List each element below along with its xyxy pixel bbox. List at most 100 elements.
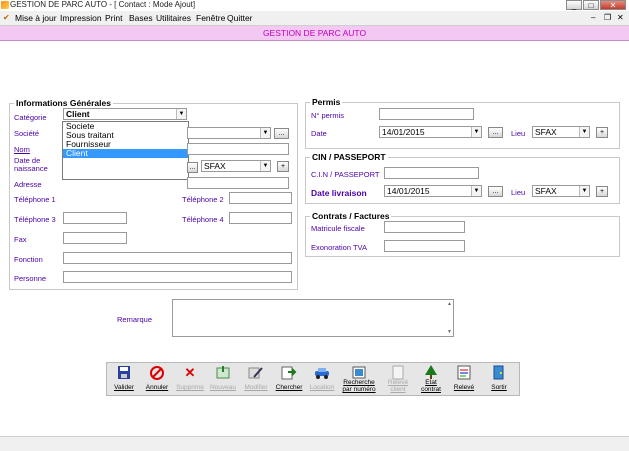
exit-icon [491,365,507,380]
chevron-down-icon[interactable]: ▼ [579,127,589,137]
etat-contrat-button[interactable]: Etat contrat [415,363,447,395]
lieu-permis-value: SFAX [535,127,557,137]
cancel-icon [149,365,165,380]
chercher-button[interactable]: Chercher [273,363,305,395]
etat-contrat-label: Etat contrat [421,379,441,393]
telephone-2-label: Téléphone 2 [182,195,224,204]
menu-fenetre[interactable]: Fenêtre [196,13,225,23]
remarque-label: Remarque [117,315,153,324]
date-naissance-label: Date de naissance [14,156,48,173]
mdi-minimize-button[interactable]: – [591,13,595,22]
lieu-permis-add-button[interactable]: + [596,127,608,138]
matricule-fiscale-label: Matricule fiscale [311,224,365,233]
modifier-button[interactable]: Modifier [240,363,272,395]
personne-field[interactable] [63,271,292,283]
telephone-1-label: Téléphone 1 [14,195,56,204]
nouveau-button[interactable]: Nouveau [207,363,239,395]
societe-select[interactable]: ▼ [187,127,271,139]
lieu-livraison-select[interactable]: SFAX ▼ [532,185,590,197]
lieu-livraison-add-button[interactable]: + [596,186,608,197]
telephone-2-field[interactable] [229,192,292,204]
fax-field[interactable] [63,232,127,244]
chevron-down-icon[interactable]: ▼ [176,109,186,119]
delete-icon: ✕ [184,365,196,380]
societe-label: Société [14,129,40,138]
location-button[interactable]: Location [306,363,338,395]
numero-permis-label: N° permis [311,111,345,120]
form-title: GESTION DE PARC AUTO [262,28,367,38]
recherche-numero-button[interactable]: Recherche par numéro [339,363,379,395]
chevron-down-icon[interactable]: ▼ [471,186,481,196]
save-icon [116,365,132,380]
permis-legend: Permis [312,97,341,107]
telephone-4-field[interactable] [229,212,292,224]
cin-label: C.I.N / PASSEPORT [311,170,380,179]
lieu-permis-select[interactable]: SFAX ▼ [532,126,590,138]
cin-legend: CIN / PASSEPORT [312,152,386,162]
close-button[interactable]: ✕ [600,0,626,10]
chevron-down-icon[interactable]: ▼ [260,161,270,171]
telephone-3-field[interactable] [63,212,127,224]
app-icon [1,1,9,9]
minimize-button[interactable]: _ [566,0,582,10]
date-permis-select[interactable]: 14/01/2015 ▼ [379,126,482,138]
fonction-field[interactable] [63,252,292,264]
mdi-restore-button[interactable]: ❐ [604,13,611,22]
cin-field[interactable] [384,167,479,179]
date-permis-browse-button[interactable]: ... [488,127,503,138]
chevron-down-icon[interactable]: ▼ [260,128,270,138]
location-label: Location [309,384,335,391]
lieu-livraison-label: Lieu [511,188,526,197]
scroll-down-icon[interactable]: ▼ [447,329,452,335]
societe-browse-button[interactable]: ... [274,128,289,139]
nouveau-label: Nouveau [209,384,237,391]
releve-client-label: Relevé client [387,379,409,393]
mdi-close-button[interactable]: ✕ [617,13,624,22]
valider-button[interactable]: Valider [108,363,140,395]
date-permis-value: 14/01/2015 [382,127,425,137]
chevron-down-icon[interactable]: ▼ [471,127,481,137]
scroll-up-icon[interactable]: ▲ [447,301,452,307]
telephone-3-label: Téléphone 3 [14,215,56,224]
menu-impression[interactable]: Impression [60,13,102,23]
sortir-button[interactable]: Sortir [483,363,515,395]
exoneration-tva-label: Exonoration TVA [311,243,368,252]
date-livraison-browse-button[interactable]: ... [488,186,503,197]
releve-client-button[interactable]: Relevé client [382,363,414,395]
chevron-down-icon[interactable]: ▼ [579,186,589,196]
infos-generales-legend: Informations Générales [16,98,111,108]
numero-permis-field[interactable] [379,108,474,120]
categorie-option-client[interactable]: Client [63,149,188,158]
client-report-icon [390,365,406,380]
remarque-textarea[interactable]: ▲ ▼ [172,299,454,337]
lieu-permis-label: Lieu [511,129,526,138]
maximize-button[interactable]: □ [583,0,599,10]
date-naissance-browse-button[interactable]: ... [187,162,198,173]
personne-label: Personne [14,274,47,283]
menu-bar: ✔ Mise à jour Impression Print Bases Uti… [0,11,629,26]
menu-icon[interactable]: ✔ [3,14,11,22]
menu-bases[interactable]: Bases [129,13,153,23]
exoneration-tva-field[interactable] [384,240,465,252]
adresse-label: Adresse [14,180,42,189]
edit-icon [248,365,264,380]
releve-button[interactable]: Relevé [448,363,480,395]
tree-icon [423,365,439,380]
new-record-icon [215,365,231,380]
annuler-button[interactable]: Annuler [141,363,173,395]
supprimer-button[interactable]: ✕ Supprime [174,363,206,395]
date-livraison-select[interactable]: 14/01/2015 ▼ [384,185,482,197]
categorie-select[interactable]: Client ▼ [63,108,187,120]
adresse-field[interactable] [187,177,289,189]
menu-print[interactable]: Print [105,13,122,23]
matricule-fiscale-field[interactable] [384,221,465,233]
chercher-label: Chercher [275,384,303,391]
lieu-naissance-select[interactable]: SFAX ▼ [201,160,271,172]
contrats-legend: Contrats / Factures [312,211,390,221]
menu-quitter[interactable]: Quitter [227,13,253,23]
menu-utilitaires[interactable]: Utilitaires [156,13,191,23]
lieu-naissance-add-button[interactable]: + [277,161,289,172]
nom-field[interactable] [187,143,289,155]
menu-mise-a-jour[interactable]: Mise à jour [15,13,57,23]
nom-label: Nom [14,145,30,154]
